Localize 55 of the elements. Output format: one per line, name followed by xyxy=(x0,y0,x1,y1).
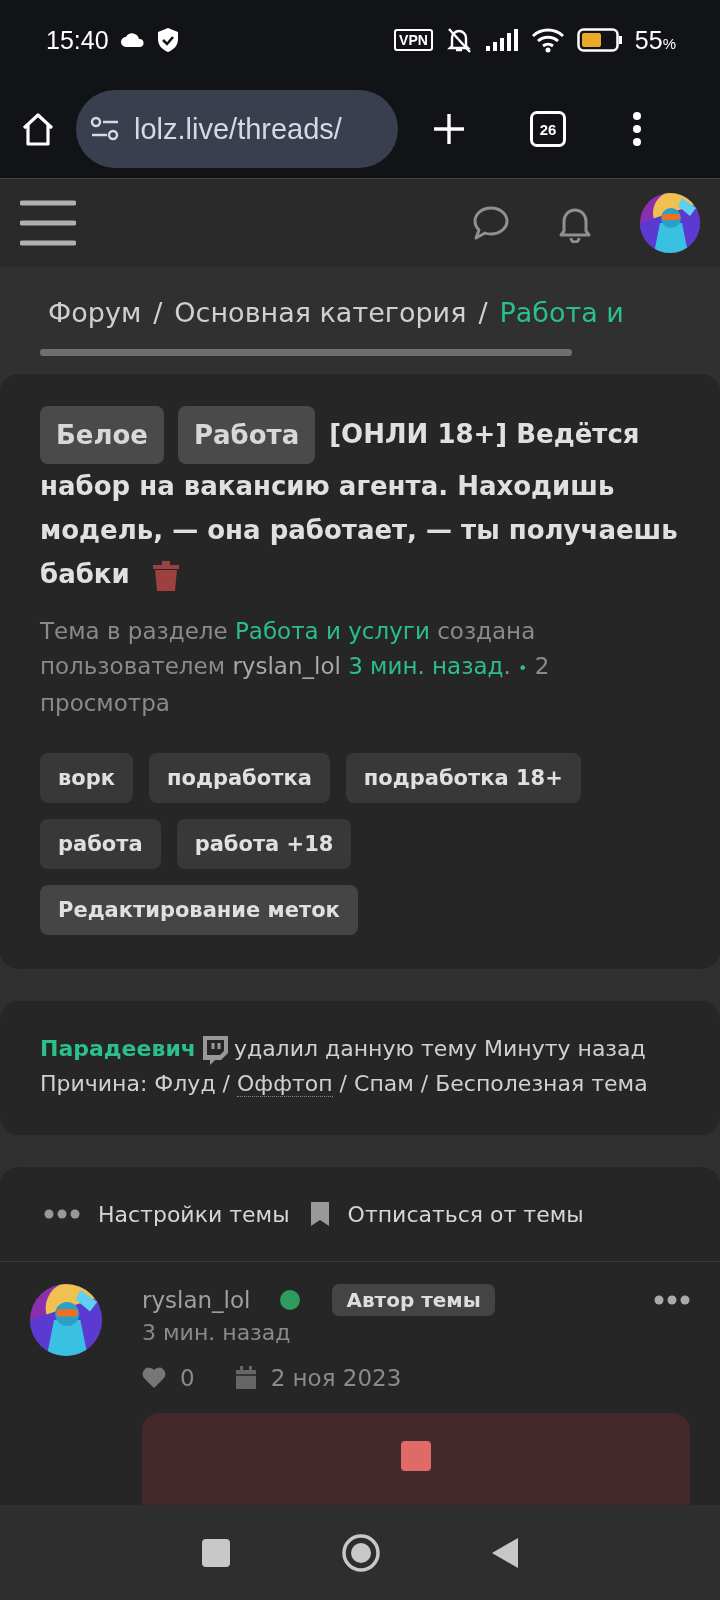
warning-icon xyxy=(401,1441,431,1471)
home-icon[interactable] xyxy=(20,111,56,147)
signal-icon xyxy=(484,28,519,52)
breadcrumb-link[interactable]: Основная категория xyxy=(174,297,467,349)
tab-count-button[interactable]: 26 xyxy=(530,111,566,147)
post-time: 3 мин. назад xyxy=(142,1320,292,1345)
more-icon xyxy=(44,1209,80,1219)
like-count: 0 xyxy=(180,1365,195,1391)
chat-bubble-icon[interactable] xyxy=(472,205,510,241)
edit-tags-button[interactable]: Редактирование меток xyxy=(40,885,358,935)
tag-chip[interactable]: работа xyxy=(40,819,161,869)
wifi-icon xyxy=(530,27,565,53)
time-link[interactable]: 3 мин. назад xyxy=(348,653,504,679)
back-icon[interactable] xyxy=(491,1536,519,1569)
more-icon[interactable] xyxy=(654,1295,690,1305)
post-date: 2 ноя 2023 xyxy=(270,1365,402,1391)
thread-title: Белое Работа [ОНЛИ 18+] Ведётся набор на вакансию агента. Находишь модель, — она работает, — ты получаешь бабки xyxy=(40,406,680,596)
breadcrumb-separator: / xyxy=(478,297,488,330)
shield-icon xyxy=(156,27,179,53)
breadcrumb-link[interactable]: Форум xyxy=(48,297,142,349)
recents-icon[interactable] xyxy=(201,1537,231,1568)
thread-action-link[interactable]: Настройки темы xyxy=(44,1201,290,1227)
cloud-icon xyxy=(120,32,145,48)
battery-icon xyxy=(576,28,623,52)
url-text: lolz.live/threads/ xyxy=(134,112,342,146)
moderator-link[interactable]: Парадеевич xyxy=(40,1036,196,1061)
breadcrumb-separator: / xyxy=(153,297,163,330)
author-link[interactable]: ryslan_lol xyxy=(142,1287,251,1313)
site-settings-icon[interactable] xyxy=(90,116,120,142)
new-tab-icon[interactable] xyxy=(432,112,466,146)
tag-chip[interactable]: работа +18 xyxy=(176,819,352,869)
deletion-notice: Парадеевич удалил данную тему Минуту назад Причина: Флуд / Оффтоп / Спам / Бесполезная тема xyxy=(0,1001,720,1135)
tag-chip[interactable]: подработка 18+ xyxy=(345,753,581,803)
breadcrumb-scrollbar[interactable] xyxy=(40,349,572,356)
vpn-indicator: VPN xyxy=(394,29,433,51)
home-button-icon[interactable] xyxy=(341,1532,381,1573)
menu-icon[interactable] xyxy=(20,200,76,246)
section-link[interactable]: Работа и услуги xyxy=(234,618,430,644)
thread-prefix-label[interactable]: Белое xyxy=(40,406,164,464)
thread-action-link[interactable]: Отписаться от темы xyxy=(309,1201,584,1227)
reason-link[interactable]: Оффтоп xyxy=(237,1071,333,1097)
thread-info: Тема в разделе Работа и услуги создана пользователем ryslan_lol 3 мин. назад. • 2 просмотра xyxy=(40,617,551,718)
thread-prefix-label[interactable]: Работа xyxy=(178,406,316,464)
battery-percentage: 55% xyxy=(634,25,676,55)
heart-icon[interactable] xyxy=(142,1367,166,1389)
clock: 15:40 xyxy=(46,25,109,55)
trash-icon xyxy=(151,559,180,592)
author-badge: Автор темы xyxy=(332,1284,495,1316)
breadcrumb-link[interactable]: Работа и xyxy=(499,297,624,349)
tag-chip[interactable]: подработка xyxy=(149,753,330,803)
more-menu-icon[interactable] xyxy=(632,112,642,146)
bookmark-icon xyxy=(309,1201,330,1227)
address-bar[interactable]: lolz.live/threads/ xyxy=(76,90,398,168)
calendar-icon xyxy=(234,1366,257,1390)
tag-chip[interactable]: ворк xyxy=(40,753,133,803)
